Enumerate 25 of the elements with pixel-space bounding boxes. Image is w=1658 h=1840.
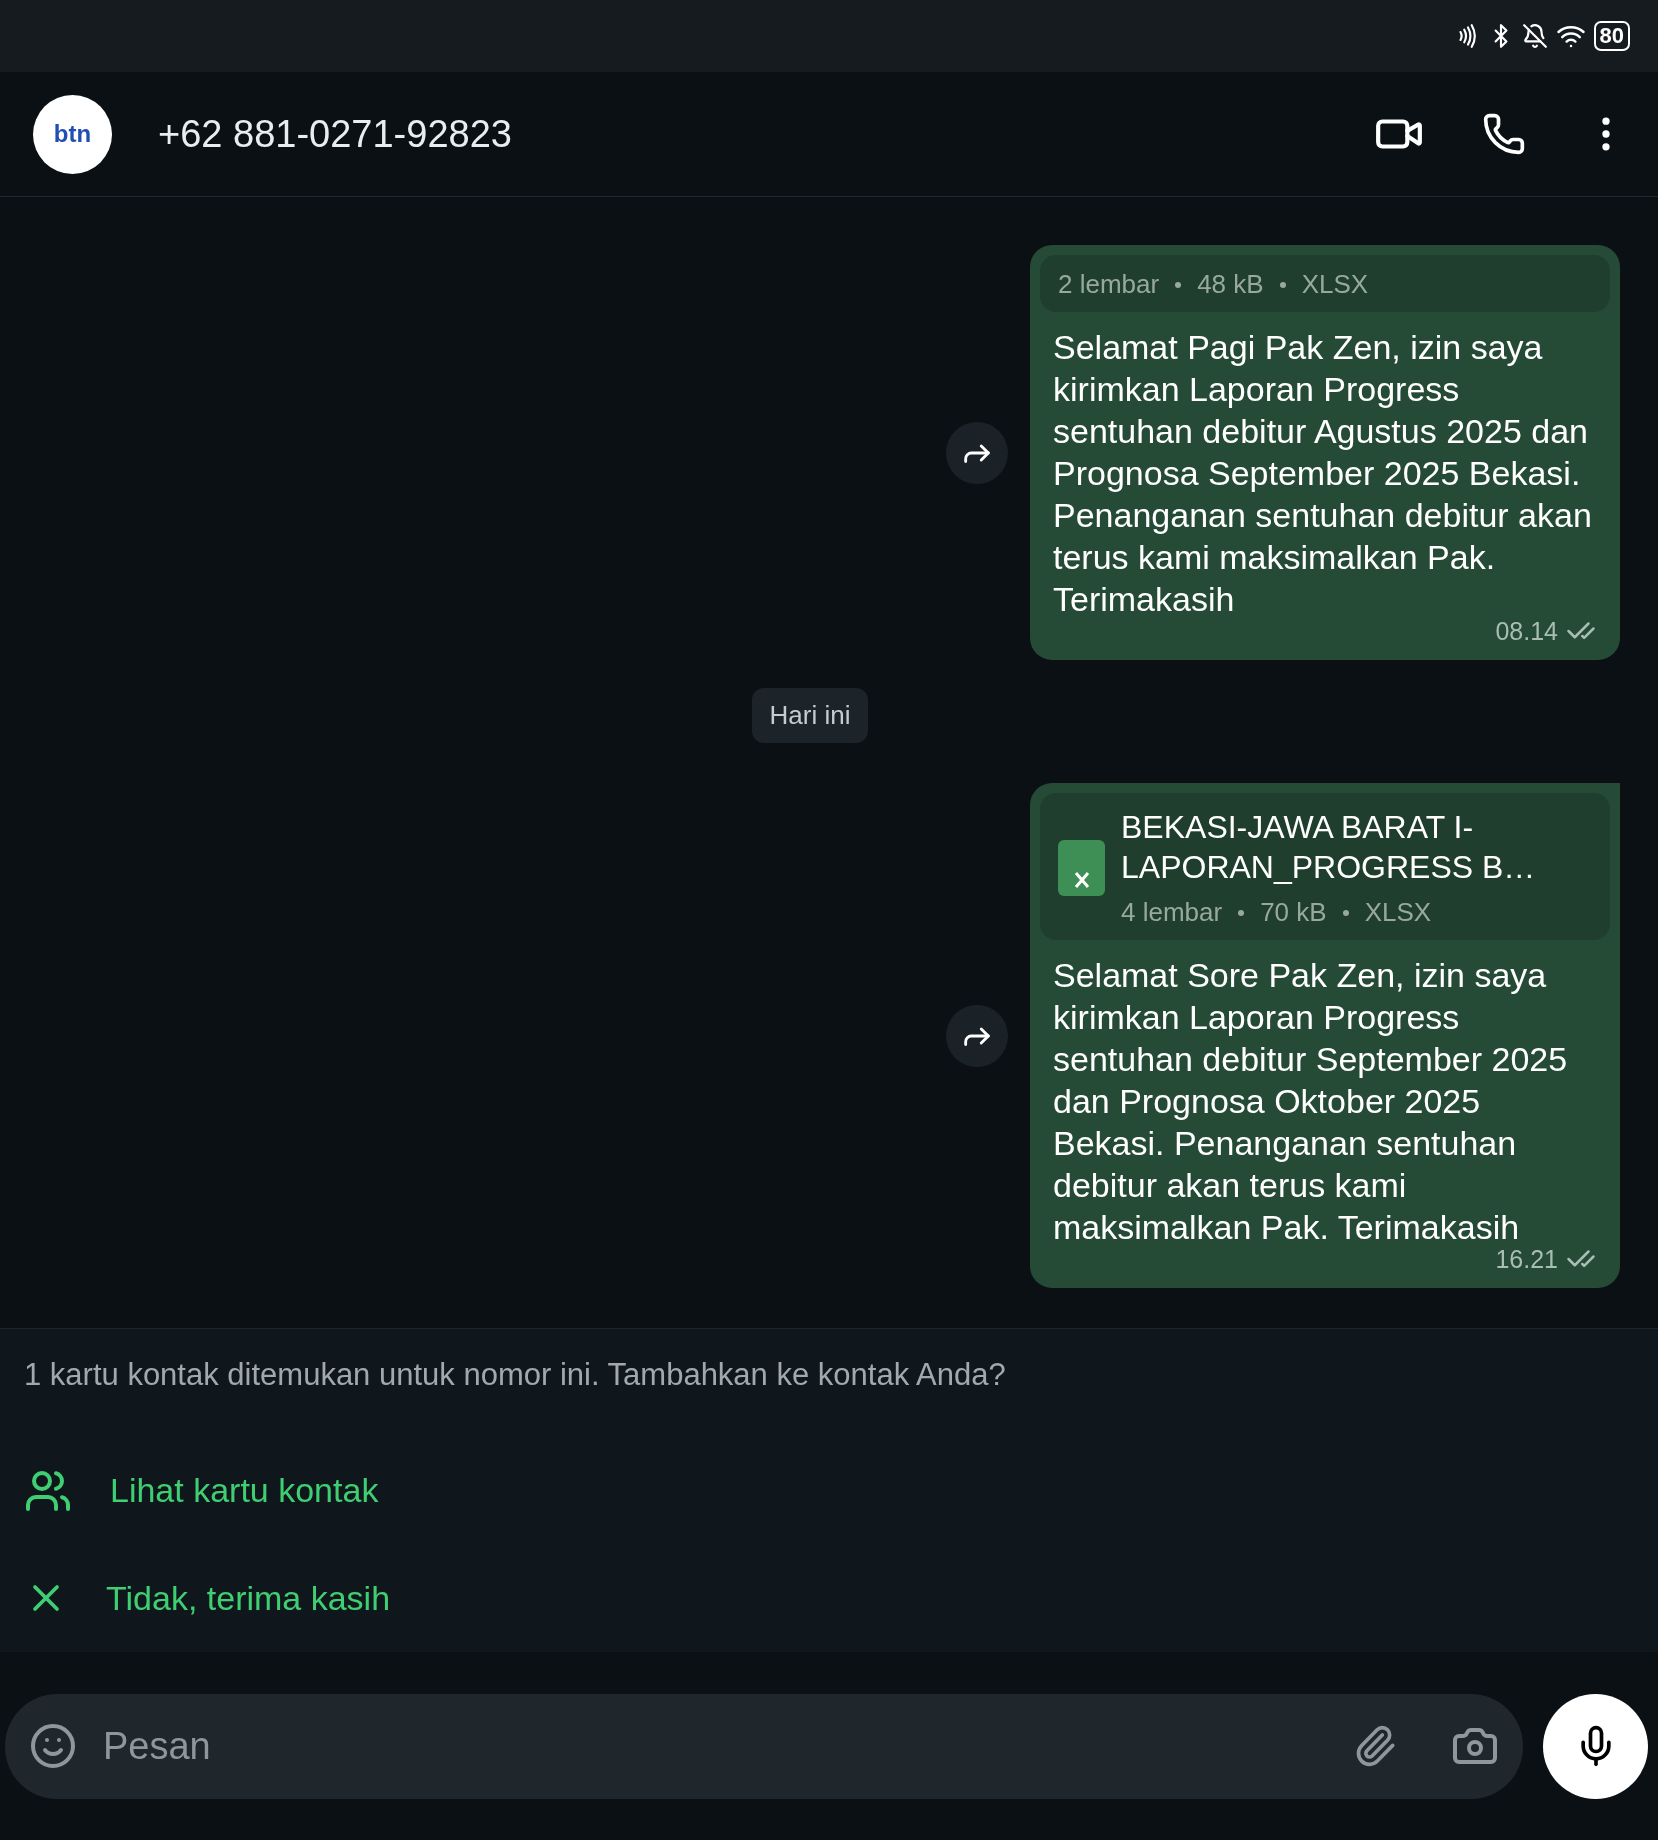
file-meta: XLSX bbox=[1364, 897, 1432, 928]
file-attachment[interactable]: 2 lembar 48 kB XLSX bbox=[1040, 255, 1610, 312]
file-name: BEKASI-JAWA BARAT I-LAPORAN_PROGRESS B… bbox=[1121, 808, 1537, 887]
file-meta: 70 kB bbox=[1260, 897, 1327, 928]
file-meta: 48 kB bbox=[1197, 269, 1264, 300]
separator-dot bbox=[1175, 281, 1182, 288]
phone-icon[interactable] bbox=[1482, 112, 1526, 156]
battery-level: 80 bbox=[1593, 21, 1630, 51]
bell-off-icon bbox=[1521, 23, 1548, 49]
spreadsheet-file-icon bbox=[1058, 839, 1105, 896]
sticker-icon[interactable] bbox=[29, 1722, 77, 1770]
message-composer[interactable]: Pesan bbox=[5, 1693, 1523, 1799]
view-contact-button[interactable]: Lihat kartu kontak bbox=[24, 1437, 1634, 1545]
contact-prompt-text: 1 kartu kontak ditemukan untuk nomor ini. Tambahkan ke kontak Anda? bbox=[24, 1357, 1007, 1393]
separator-dot bbox=[1238, 909, 1245, 916]
dismiss-button[interactable]: Tidak, terima kasih bbox=[24, 1544, 1634, 1652]
separator-dot bbox=[1342, 909, 1349, 916]
contact-phone-number[interactable]: +62 881-0271-92823 bbox=[158, 112, 1374, 156]
file-meta: XLSX bbox=[1301, 269, 1369, 300]
message-input-field[interactable]: Pesan bbox=[101, 1723, 1329, 1769]
separator-dot bbox=[1279, 281, 1286, 288]
file-attachment[interactable]: BEKASI-JAWA BARAT I-LAPORAN_PROGRESS B… 4 lembar 70 kB XLSX bbox=[1040, 793, 1610, 940]
file-meta: 2 lembar bbox=[1058, 269, 1160, 300]
contact-avatar[interactable]: btn bbox=[33, 94, 112, 174]
file-meta: 4 lembar bbox=[1121, 897, 1223, 928]
